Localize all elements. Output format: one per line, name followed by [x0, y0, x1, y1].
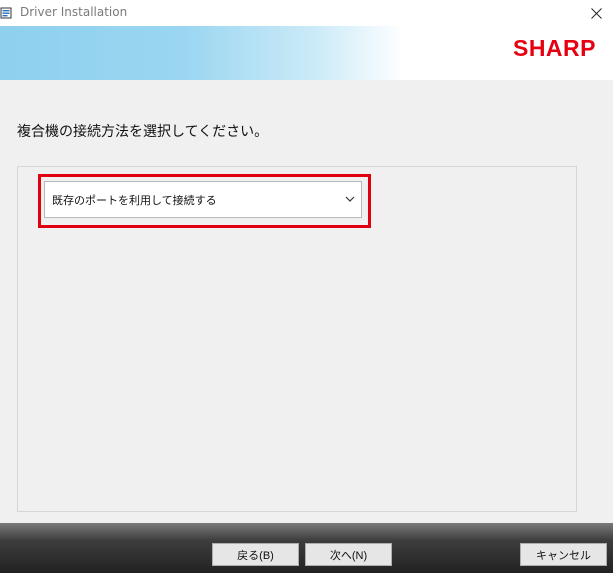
bottom-button-bar: 戻る(B) 次へ(N) キャンセル — [0, 523, 613, 573]
installer-app-icon — [0, 7, 12, 19]
title-bar: Driver Installation — [0, 0, 613, 26]
installer-window: Driver Installation SHARP 複合機の接続方法を選択してく… — [0, 0, 613, 573]
close-icon — [590, 7, 602, 19]
connection-method-value: 既存のポートを利用して接続する — [52, 194, 217, 207]
connection-method-select[interactable]: 既存のポートを利用して接続する — [44, 181, 362, 218]
cancel-button[interactable]: キャンセル — [520, 543, 607, 566]
back-button[interactable]: 戻る(B) — [212, 543, 299, 566]
next-button[interactable]: 次へ(N) — [305, 543, 392, 566]
window-title: Driver Installation — [20, 5, 128, 19]
chevron-down-icon — [345, 196, 355, 202]
header-banner: SHARP — [0, 26, 613, 80]
close-button[interactable] — [579, 0, 613, 26]
sharp-logo: SHARP — [512, 35, 596, 61]
instruction-text: 複合機の接続方法を選択してください。 — [17, 124, 269, 140]
